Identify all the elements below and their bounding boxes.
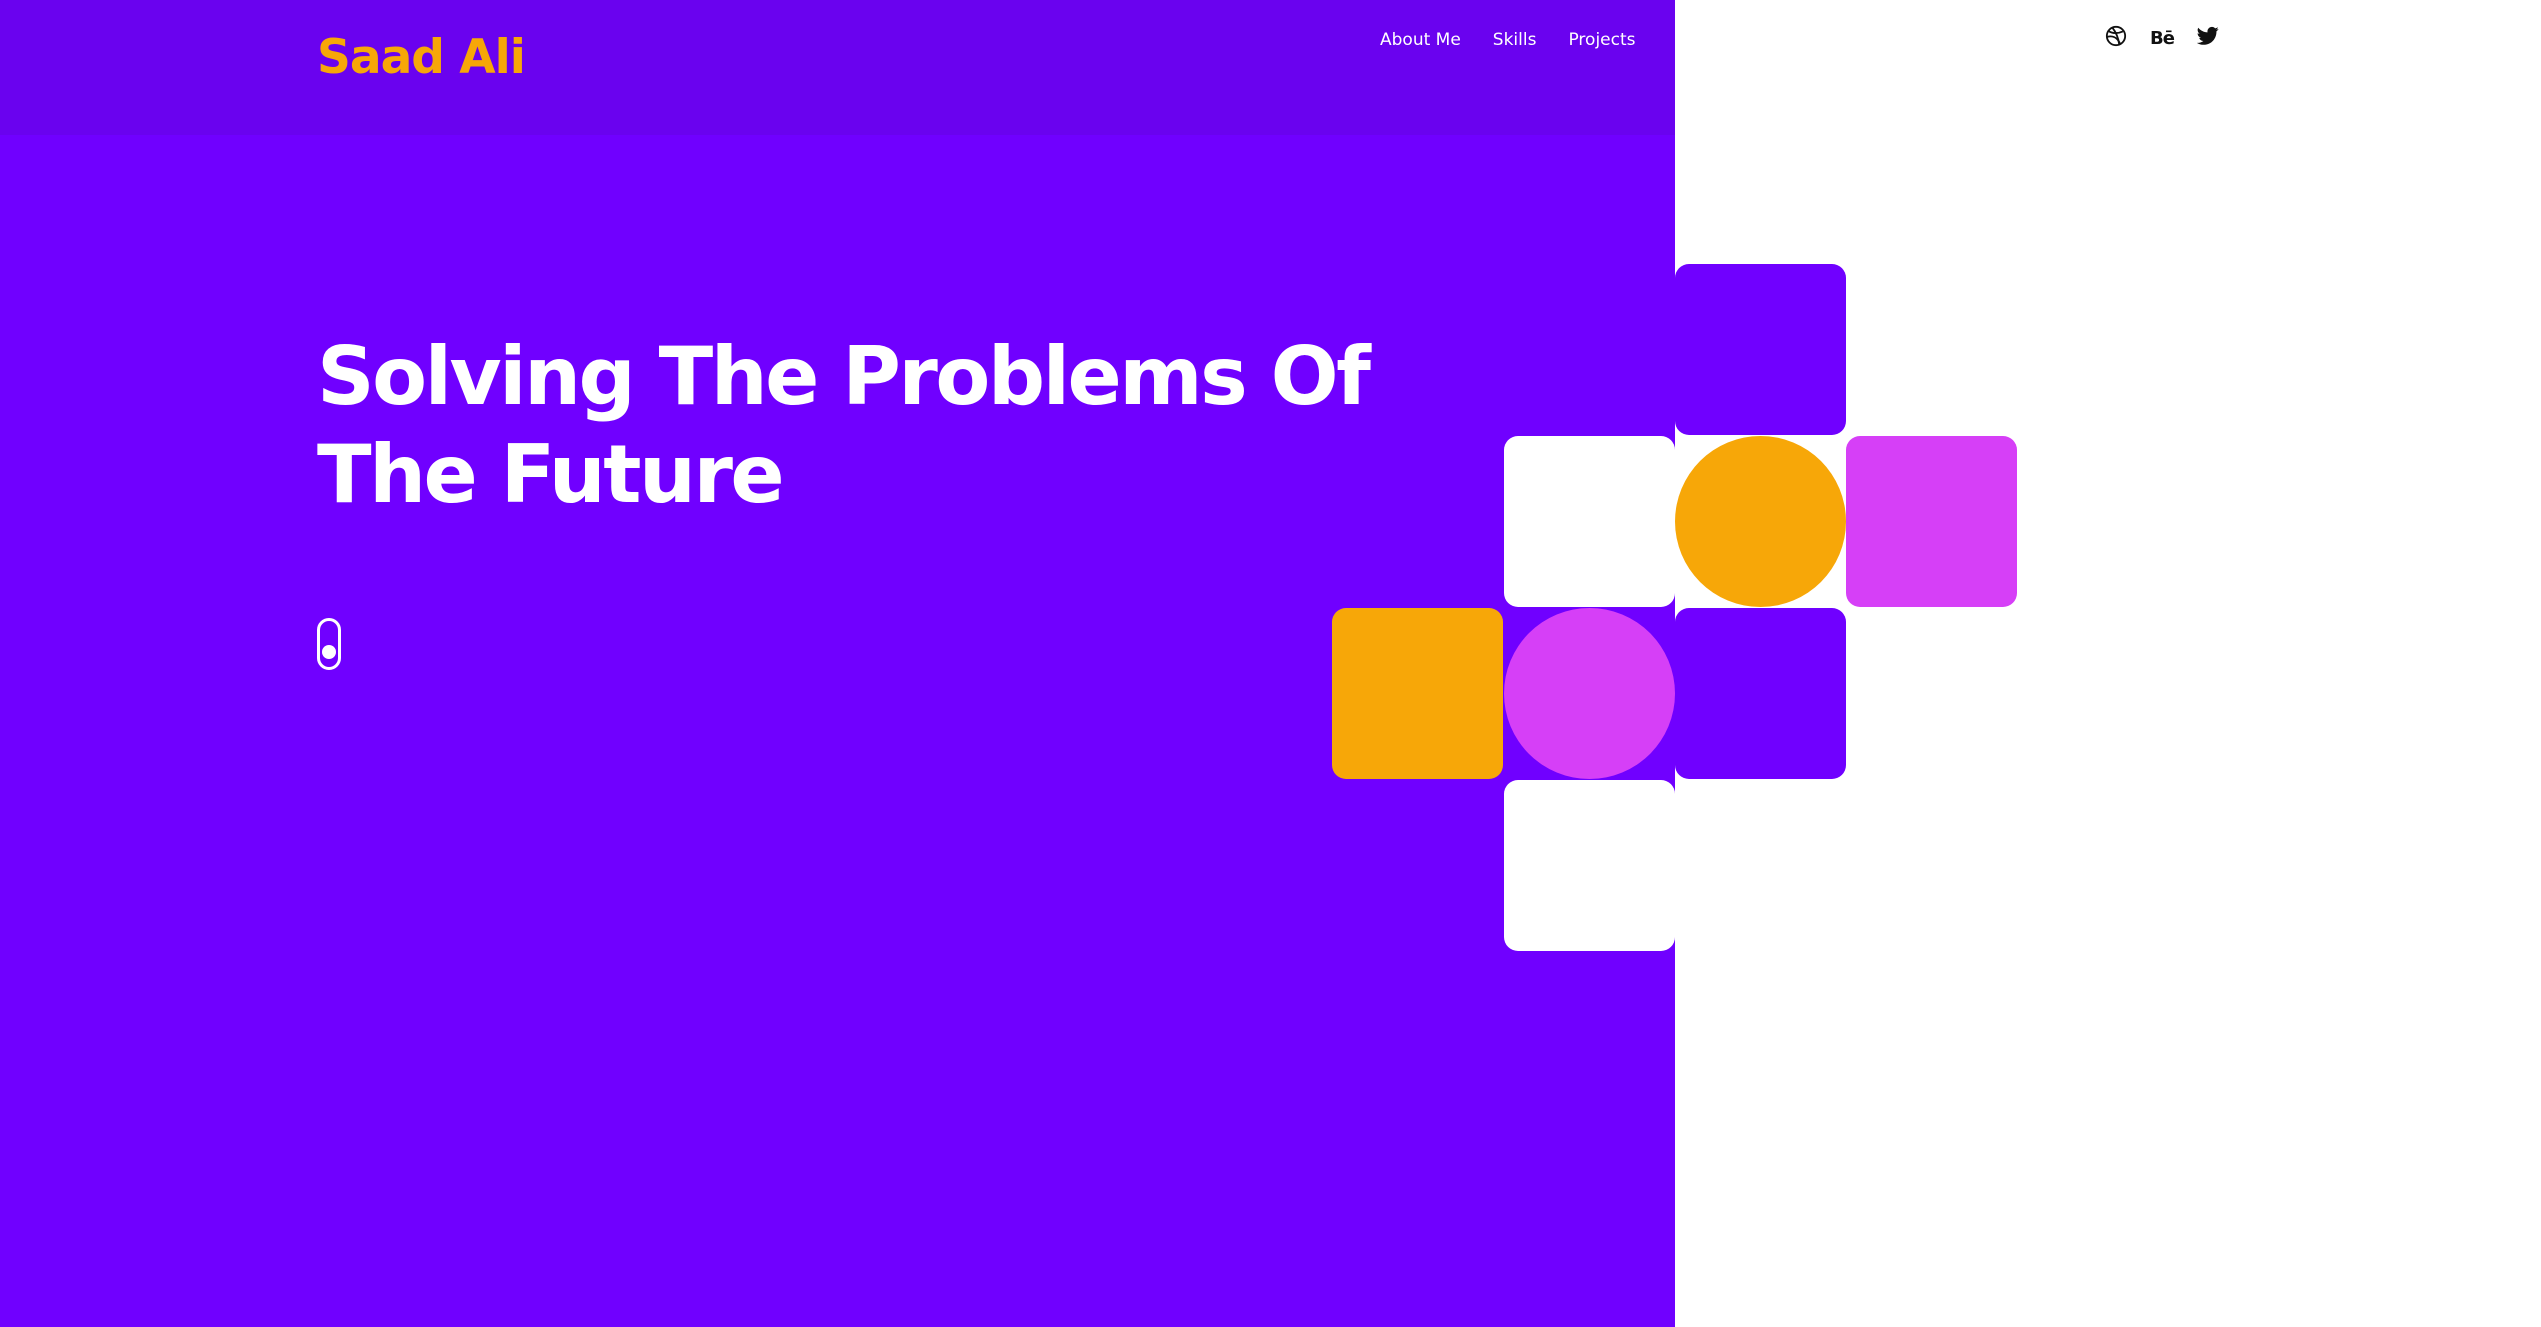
- hero-headline: Solving The Problems Of The Future: [317, 328, 1397, 524]
- header-band: [0, 0, 1675, 135]
- main-nav: About Me Skills Projects: [1380, 30, 1636, 50]
- behance-link[interactable]: Bē: [2150, 26, 2175, 50]
- scroll-dot: [322, 645, 336, 659]
- page: Saad Ali About Me Skills Projects Solvin…: [0, 0, 2541, 1327]
- twitter-link[interactable]: [2196, 26, 2220, 50]
- hero-headline-line2: The Future: [317, 428, 785, 521]
- mosaic-purple-tile-top: [1675, 264, 1846, 435]
- mosaic-orange-tile-left: [1332, 608, 1503, 779]
- scroll-down-indicator[interactable]: [317, 618, 341, 670]
- mosaic-orange-circle: [1675, 436, 1846, 607]
- mosaic-purple-tile-bottom: [1675, 608, 1846, 779]
- brand-logo[interactable]: Saad Ali: [317, 30, 526, 85]
- social-links: Bē: [2104, 25, 2220, 51]
- mosaic-white-tile-mid-left: [1504, 436, 1675, 607]
- twitter-icon: [2196, 26, 2219, 50]
- nav-skills[interactable]: Skills: [1493, 30, 1537, 50]
- nav-projects[interactable]: Projects: [1568, 30, 1635, 50]
- hero-headline-line1: Solving The Problems Of: [317, 330, 1371, 423]
- nav-about-me[interactable]: About Me: [1380, 30, 1461, 50]
- dribbble-link[interactable]: [2104, 25, 2128, 51]
- mosaic-magenta-tile-right: [1846, 436, 2017, 607]
- behance-icon: Bē: [2150, 27, 2175, 49]
- mosaic-magenta-circle: [1504, 608, 1675, 779]
- mosaic-white-tile-bottom: [1504, 780, 1675, 951]
- dribbble-icon: [2105, 25, 2127, 51]
